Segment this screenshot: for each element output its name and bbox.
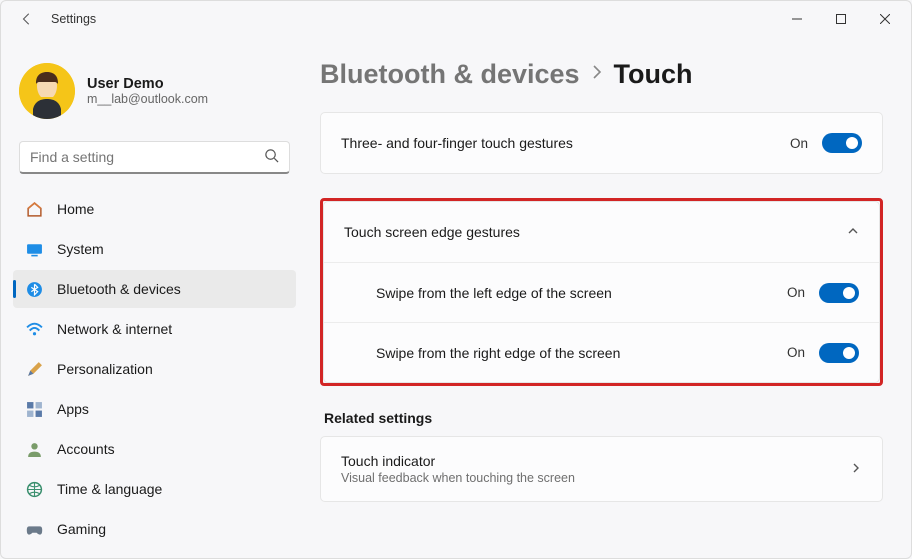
sidebar-item-label: Apps bbox=[57, 401, 89, 417]
apps-icon bbox=[25, 400, 43, 418]
search-input[interactable] bbox=[30, 149, 264, 165]
setting-row-touch-indicator[interactable]: Touch indicator Visual feedback when tou… bbox=[321, 437, 882, 501]
breadcrumb-current: Touch bbox=[614, 59, 693, 90]
search-box[interactable] bbox=[19, 141, 290, 174]
setting-row-swipe-left[interactable]: Swipe from the left edge of the screen O… bbox=[324, 262, 879, 322]
breadcrumb-parent[interactable]: Bluetooth & devices bbox=[320, 59, 580, 90]
sidebar-item-personalization[interactable]: Personalization bbox=[13, 350, 296, 388]
chevron-right-icon bbox=[850, 461, 862, 477]
setting-gestures-card: Three- and four-finger touch gestures On bbox=[320, 112, 883, 174]
back-button[interactable] bbox=[17, 9, 37, 29]
sidebar-item-network[interactable]: Network & internet bbox=[13, 310, 296, 348]
time-language-icon bbox=[25, 480, 43, 498]
chevron-up-icon bbox=[847, 224, 859, 240]
sidebar-item-label: Gaming bbox=[57, 521, 106, 537]
network-icon bbox=[25, 320, 43, 338]
sidebar-item-label: Accounts bbox=[57, 441, 115, 457]
toggle-swipe-left[interactable] bbox=[819, 283, 859, 303]
profile-block[interactable]: User Demo m__lab@outlook.com bbox=[13, 53, 296, 135]
toggle-state-text: On bbox=[787, 285, 805, 300]
sidebar-item-accounts[interactable]: Accounts bbox=[13, 430, 296, 468]
breadcrumb: Bluetooth & devices Touch bbox=[320, 59, 883, 90]
sidebar-item-home[interactable]: Home bbox=[13, 190, 296, 228]
chevron-right-icon bbox=[592, 65, 602, 84]
setting-row-gestures[interactable]: Three- and four-finger touch gestures On bbox=[321, 113, 882, 173]
sidebar-item-label: Bluetooth & devices bbox=[57, 281, 181, 297]
gaming-icon bbox=[25, 520, 43, 538]
system-icon bbox=[25, 240, 43, 258]
sidebar-item-label: System bbox=[57, 241, 104, 257]
sidebar-item-label: Personalization bbox=[57, 361, 153, 377]
maximize-button[interactable] bbox=[819, 3, 863, 35]
main-content: Bluetooth & devices Touch Three- and fou… bbox=[306, 37, 911, 558]
setting-subtitle: Visual feedback when touching the screen bbox=[341, 471, 836, 485]
sidebar: User Demo m__lab@outlook.com Home bbox=[1, 37, 306, 558]
sidebar-item-label: Network & internet bbox=[57, 321, 172, 337]
setting-label: Swipe from the left edge of the screen bbox=[376, 285, 773, 301]
toggle-swipe-right[interactable] bbox=[819, 343, 859, 363]
window-title: Settings bbox=[51, 12, 96, 26]
accounts-icon bbox=[25, 440, 43, 458]
sidebar-item-bluetooth-devices[interactable]: Bluetooth & devices bbox=[13, 270, 296, 308]
toggle-gestures[interactable] bbox=[822, 133, 862, 153]
bluetooth-icon bbox=[25, 280, 43, 298]
profile-name: User Demo bbox=[87, 76, 208, 92]
highlight-annotation: Touch screen edge gestures Swipe from th… bbox=[320, 198, 883, 386]
sidebar-item-label: Time & language bbox=[57, 481, 162, 497]
setting-title: Touch indicator bbox=[341, 453, 836, 469]
related-card: Touch indicator Visual feedback when tou… bbox=[320, 436, 883, 502]
search-icon bbox=[264, 148, 279, 166]
sidebar-item-time-language[interactable]: Time & language bbox=[13, 470, 296, 508]
setting-label: Swipe from the right edge of the screen bbox=[376, 345, 773, 361]
home-icon bbox=[25, 200, 43, 218]
avatar bbox=[19, 63, 75, 119]
sidebar-item-gaming[interactable]: Gaming bbox=[13, 510, 296, 548]
title-bar: Settings bbox=[1, 1, 911, 37]
setting-row-edge-header[interactable]: Touch screen edge gestures bbox=[324, 202, 879, 262]
personalization-icon bbox=[25, 360, 43, 378]
nav-list: Home System Bluetooth & devices bbox=[13, 190, 296, 548]
setting-row-swipe-right[interactable]: Swipe from the right edge of the screen … bbox=[324, 322, 879, 382]
toggle-state-text: On bbox=[787, 345, 805, 360]
toggle-state-text: On bbox=[790, 136, 808, 151]
sidebar-item-label: Home bbox=[57, 201, 94, 217]
sidebar-item-apps[interactable]: Apps bbox=[13, 390, 296, 428]
setting-label: Three- and four-finger touch gestures bbox=[341, 135, 776, 151]
minimize-button[interactable] bbox=[775, 3, 819, 35]
sidebar-item-system[interactable]: System bbox=[13, 230, 296, 268]
related-settings-heading: Related settings bbox=[324, 410, 883, 426]
close-button[interactable] bbox=[863, 3, 907, 35]
profile-email: m__lab@outlook.com bbox=[87, 92, 208, 106]
setting-label: Touch screen edge gestures bbox=[344, 224, 833, 240]
setting-edge-card: Touch screen edge gestures Swipe from th… bbox=[323, 201, 880, 383]
